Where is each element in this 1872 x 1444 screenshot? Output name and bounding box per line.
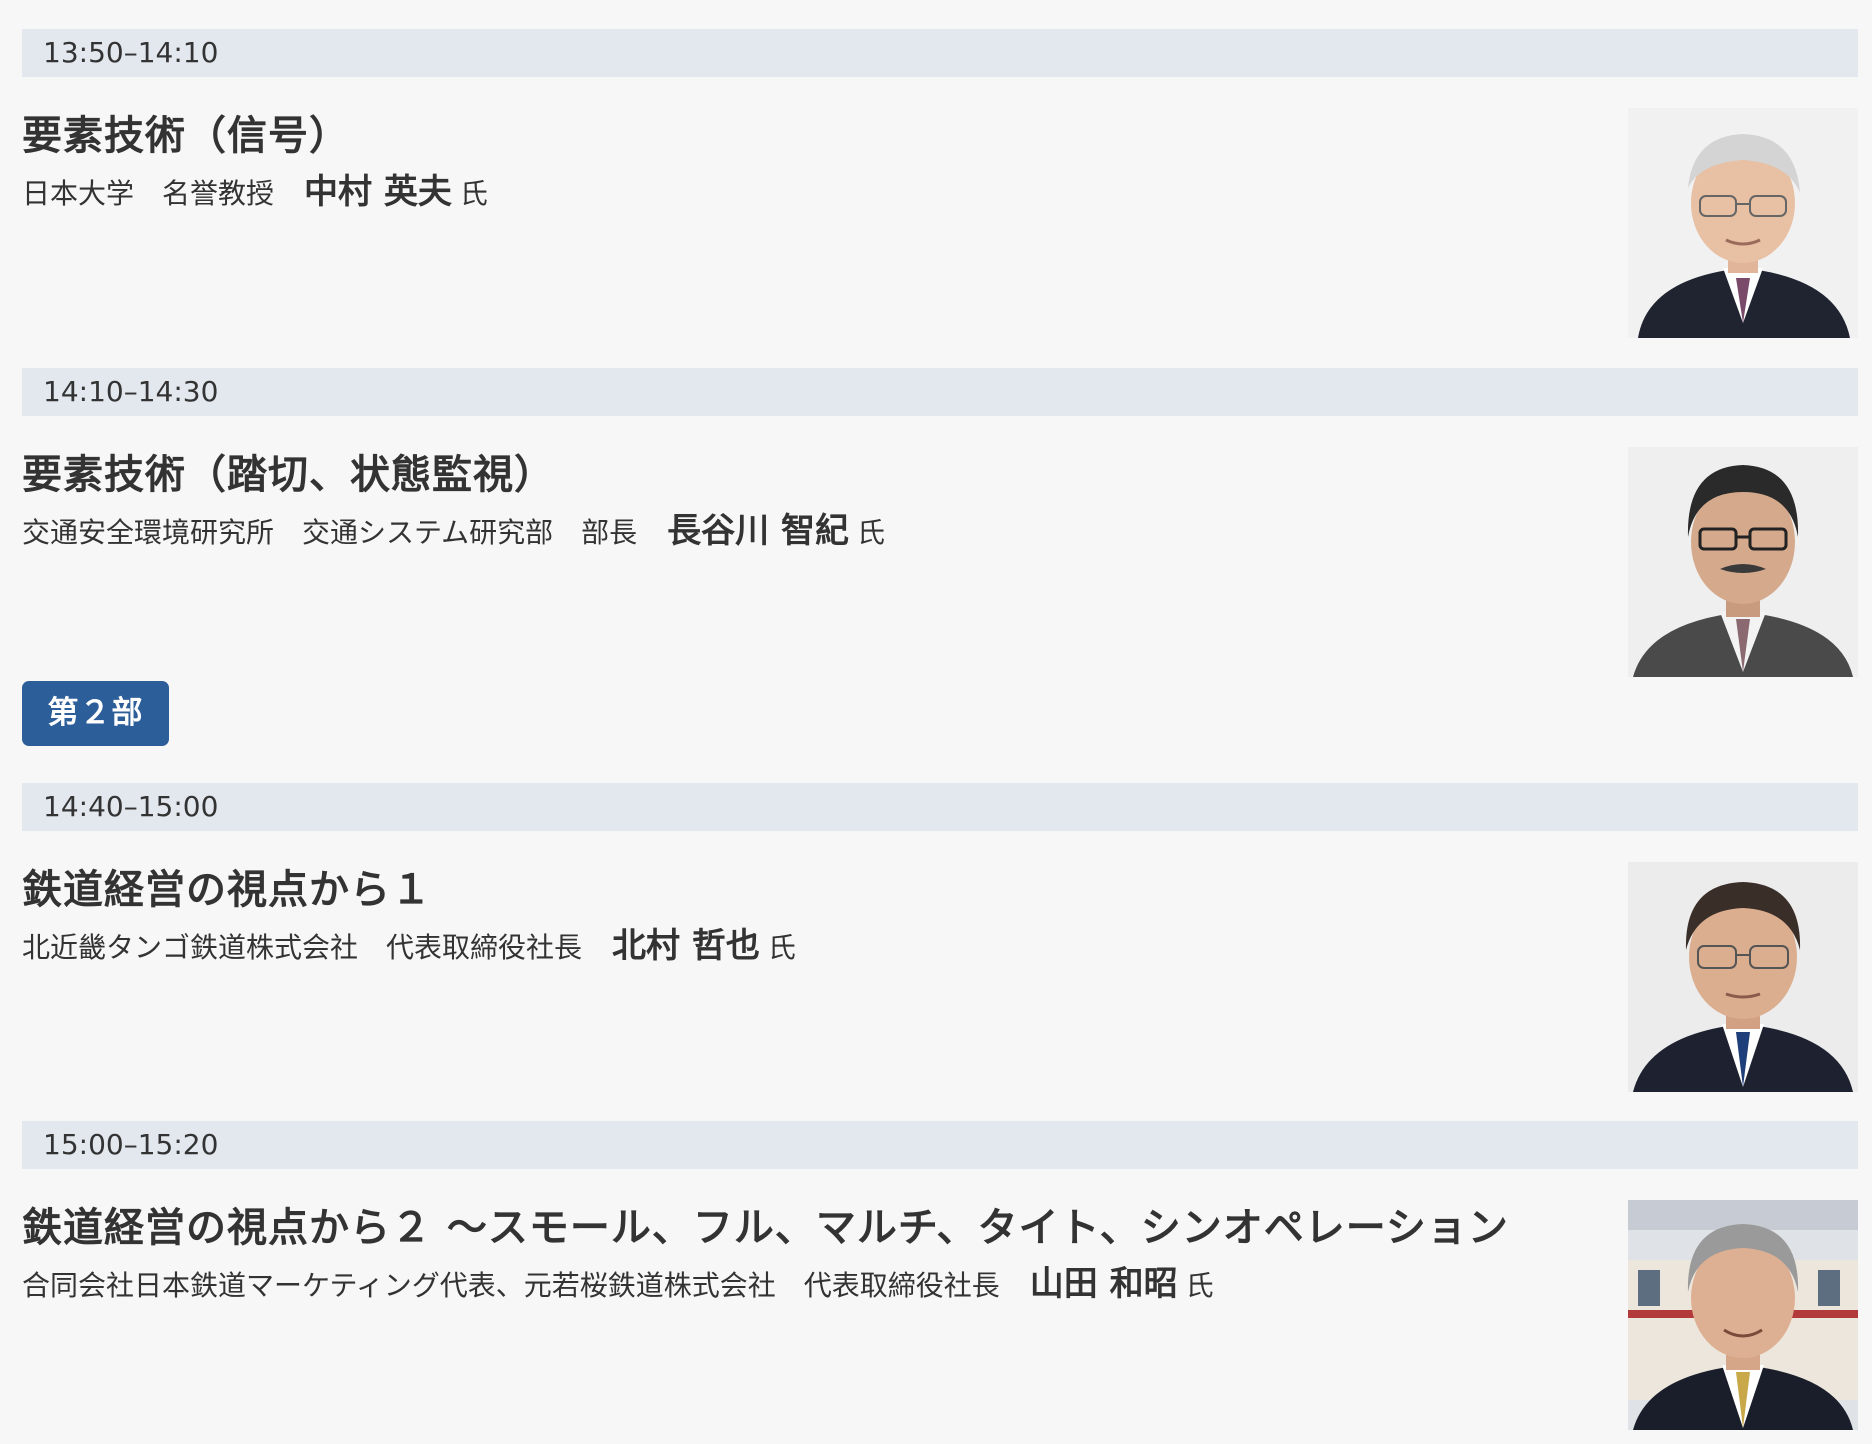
- session-time: 15:00–15:20: [43, 1128, 219, 1161]
- speaker-name: 長谷川 智紀: [667, 511, 850, 551]
- speaker-photo: [1628, 108, 1858, 338]
- speaker-name: 北村 哲也: [612, 926, 760, 966]
- speaker-affiliation: 交通安全環境研究所 交通システム研究部 部長: [22, 516, 638, 549]
- session-title: 鉄道経営の視点から２ ～スモール、フル、マルチ、タイト、シンオペレーション: [22, 1205, 1509, 1251]
- session-time: 13:50–14:10: [43, 36, 219, 69]
- speaker-honorific: 氏: [857, 516, 886, 549]
- speaker-photo: [1628, 447, 1858, 677]
- session-block: 要素技術（信号） 日本大学 名誉教授 中村 英夫氏: [22, 108, 1858, 338]
- speaker-portrait-icon: [1628, 862, 1858, 1092]
- speaker-line: 合同会社日本鉄道マーケティング代表、元若桜鉄道株式会社 代表取締役社長 山田 和昭…: [22, 1264, 1214, 1306]
- session-block: 要素技術（踏切、状態監視） 交通安全環境研究所 交通システム研究部 部長 長谷川 …: [22, 447, 1858, 677]
- speaker-photo: [1628, 1200, 1858, 1430]
- speaker-affiliation: 北近畿タンゴ鉄道株式会社 代表取締役社長: [22, 931, 583, 964]
- speaker-name: 中村 英夫: [304, 172, 452, 212]
- session-time-bar: 15:00–15:20: [22, 1121, 1858, 1169]
- speaker-line: 北近畿タンゴ鉄道株式会社 代表取締役社長 北村 哲也氏: [22, 926, 796, 968]
- session-time-bar: 13:50–14:10: [22, 29, 1858, 77]
- session-time: 14:10–14:30: [43, 375, 219, 408]
- session-time-bar: 14:10–14:30: [22, 368, 1858, 416]
- speaker-portrait-icon: [1628, 108, 1858, 338]
- speaker-line: 日本大学 名誉教授 中村 英夫氏: [22, 172, 488, 214]
- speaker-honorific: 氏: [1185, 1269, 1214, 1302]
- session-time: 14:40–15:00: [43, 790, 219, 823]
- part-badge: 第２部: [22, 681, 169, 746]
- speaker-line: 交通安全環境研究所 交通システム研究部 部長 長谷川 智紀氏: [22, 511, 885, 553]
- speaker-affiliation: 日本大学 名誉教授: [22, 177, 275, 210]
- speaker-honorific: 氏: [459, 177, 488, 210]
- speaker-honorific: 氏: [767, 931, 796, 964]
- session-block: 鉄道経営の視点から１ 北近畿タンゴ鉄道株式会社 代表取締役社長 北村 哲也氏: [22, 862, 1858, 1092]
- speaker-name: 山田 和昭: [1029, 1264, 1178, 1304]
- session-block: 鉄道経営の視点から２ ～スモール、フル、マルチ、タイト、シンオペレーション 合同…: [22, 1200, 1858, 1430]
- session-title: 鉄道経営の視点から１: [22, 867, 432, 913]
- speaker-photo: [1628, 862, 1858, 1092]
- session-title: 要素技術（踏切、状態監視）: [22, 452, 555, 498]
- session-title: 要素技術（信号）: [22, 113, 350, 159]
- program-page: 13:50–14:10 要素技術（信号） 日本大学 名誉教授 中村 英夫氏 14…: [0, 0, 1872, 1444]
- speaker-portrait-icon: [1628, 1200, 1858, 1430]
- session-time-bar: 14:40–15:00: [22, 783, 1858, 831]
- speaker-portrait-icon: [1628, 447, 1858, 677]
- speaker-affiliation: 合同会社日本鉄道マーケティング代表、元若桜鉄道株式会社 代表取締役社長: [22, 1269, 1000, 1302]
